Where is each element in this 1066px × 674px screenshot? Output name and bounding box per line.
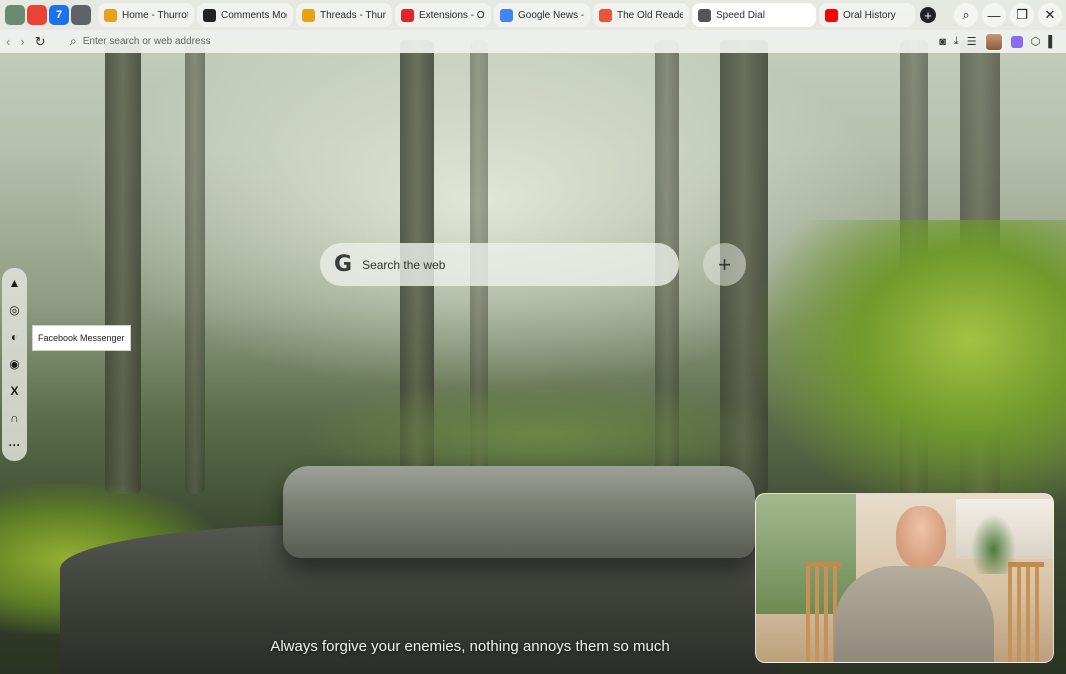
download-icon[interactable]: ⤓ (954, 35, 959, 48)
thurrott-icon (104, 8, 117, 22)
youtube-icon (825, 8, 838, 22)
tab[interactable]: Speed Dial (692, 3, 816, 27)
calendar-icon[interactable]: 7 (49, 5, 69, 25)
nav-buttons: ‹ › ↻ (0, 34, 70, 50)
comments-icon (203, 8, 216, 22)
tab-search-button[interactable]: ⌕ (954, 3, 978, 27)
add-speed-dial-button[interactable]: + (703, 243, 746, 286)
video-person-head (896, 506, 946, 568)
tab-title: Oral History (843, 9, 896, 21)
tab-title: The Old Reader (617, 9, 683, 21)
tree-trunk (105, 40, 141, 494)
menu-icon[interactable]: ☰ (967, 35, 977, 48)
extension-icon[interactable] (1010, 35, 1023, 48)
toolbar-right: ◙ ⤓ ☰ ⬡ ▌ (939, 32, 1066, 51)
reload-button[interactable]: ↻ (35, 34, 46, 50)
tab-title: Comments Mode (221, 9, 287, 21)
tab-title: Threads - Thurrott (320, 9, 386, 21)
google-news-icon (500, 8, 513, 22)
extensions-cube-icon[interactable]: ⬡ (1031, 35, 1041, 48)
x-icon[interactable]: X (6, 382, 24, 400)
wallpaper-quote: Always forgive your enemies, nothing ann… (270, 638, 670, 655)
tab[interactable]: Comments Mode (197, 3, 293, 27)
tab[interactable]: Oral History (819, 3, 915, 27)
threads-icon (302, 8, 315, 22)
tab[interactable]: Home - Thurrott (98, 3, 194, 27)
camera-icon[interactable]: ◙ (939, 36, 946, 48)
instagram-icon[interactable]: ◎ (6, 301, 24, 319)
contacts-icon[interactable] (71, 5, 91, 25)
tree-trunk (185, 40, 205, 494)
search-box[interactable]: G Search the web (320, 243, 679, 286)
back-button[interactable]: ‹ (6, 34, 10, 50)
search-input[interactable]: Search the web (362, 258, 445, 272)
gmail-icon[interactable] (27, 5, 47, 25)
video-scene-chair (1008, 562, 1044, 662)
tab-title: Google News - T (518, 9, 584, 21)
close-button[interactable]: ✕ (1038, 3, 1062, 27)
stone-pedestal (283, 466, 755, 558)
old-reader-icon (599, 8, 612, 22)
opera-icon (401, 8, 414, 22)
tab[interactable]: Google News - T (494, 3, 590, 27)
sidebar-toggle-icon[interactable]: ▌ (1048, 36, 1056, 48)
fern-foliage (746, 220, 1066, 520)
tab[interactable]: Threads - Thurrott (296, 3, 392, 27)
more-icon[interactable]: ··· (6, 436, 24, 454)
opera-gx-icon[interactable] (5, 5, 25, 25)
tab-strip: Home - Thurrott Comments Mode Threads - Th… (98, 3, 915, 27)
tab-title: Home - Thurrott (122, 9, 188, 21)
tab[interactable]: Extensions - Opera (395, 3, 491, 27)
sidebar-tooltip: Facebook Messenger (32, 325, 131, 351)
forward-button[interactable]: › (20, 34, 24, 50)
profile-avatar[interactable] (984, 32, 1003, 51)
window-controls: ⌕ — ❐ ✕ (954, 3, 1062, 27)
google-icon: G (334, 252, 353, 277)
tab[interactable]: The Old Reader (593, 3, 689, 27)
pinned-tabs: 7 (2, 5, 94, 25)
sidebar: ▲ ◎ ◐ ◉ X ∩ ··· (2, 268, 27, 461)
new-tab-button[interactable]: + (920, 7, 936, 23)
tab-title: Extensions - Opera (419, 9, 485, 21)
address-input[interactable]: Enter search or web address (83, 36, 939, 47)
speed-dial-icon (698, 8, 711, 22)
tab-bar: 7 Home - Thurrott Comments Mode Threads - … (0, 0, 1066, 30)
address-bar: ‹ › ↻ ⌕ Enter search or web address ◙ ⤓ … (0, 30, 1066, 53)
restore-button[interactable]: ❐ (1010, 3, 1034, 27)
search-icon: ⌕ (70, 34, 77, 48)
aria-icon[interactable]: ▲ (6, 274, 24, 292)
minimize-button[interactable]: — (982, 3, 1006, 27)
tab-title: Speed Dial (716, 9, 765, 21)
messenger-icon[interactable]: ◐ (6, 328, 24, 346)
whatsapp-icon[interactable]: ◉ (6, 355, 24, 373)
music-player-icon[interactable]: ∩ (6, 409, 24, 427)
